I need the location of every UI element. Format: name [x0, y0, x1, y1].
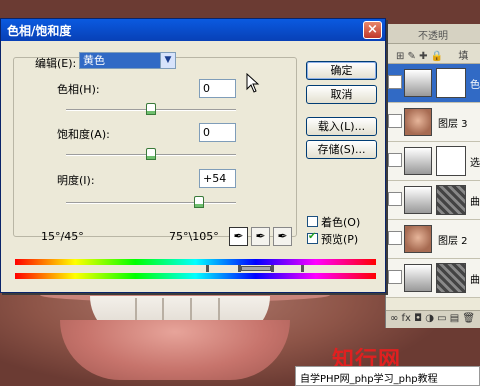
range-left-handle[interactable] [238, 265, 241, 272]
lightness-slider-thumb[interactable] [194, 196, 204, 208]
color-range-bar[interactable] [241, 266, 271, 271]
range-right-readout: 75°\105° [169, 230, 219, 243]
eyedropper-icon[interactable]: ✒ [229, 227, 248, 246]
input-color-spectrum [15, 259, 376, 265]
visibility-eye-icon[interactable] [388, 114, 402, 128]
range-falloff-right-handle[interactable] [301, 265, 304, 272]
layer-mask[interactable] [436, 263, 466, 293]
lower-lip [60, 320, 290, 380]
chevron-down-icon[interactable]: ▼ [160, 53, 175, 68]
layer-row-curves-1[interactable]: 曲线 1 [386, 259, 480, 298]
lightness-input[interactable]: +54 [199, 169, 236, 188]
layer-thumb [404, 225, 432, 253]
hue-input[interactable]: 0 [199, 79, 236, 98]
adjustment-thumb [404, 147, 432, 175]
layer-thumb [404, 108, 432, 136]
edit-select-value: 黄色 [83, 54, 105, 67]
preview-label: 预览(P) [321, 233, 359, 246]
layer-row-3[interactable]: 图层 3 [386, 103, 480, 142]
eyedropper-add-icon[interactable]: ✒ [251, 227, 270, 246]
layers-panel: 不透明 ⊞ ✎ ✚ 🔒 填 色相/饱 图层 3 选取颜 曲线 2 图层 2 曲线… [385, 24, 480, 328]
layers-toolbar-icons[interactable]: ∞ fx ◘ ◑ ▭ ▤ 🗑 [390, 313, 475, 324]
mouse-cursor-icon [246, 73, 260, 93]
lock-icons[interactable]: ⊞ ✎ ✚ 🔒 [396, 51, 443, 62]
edit-select[interactable]: 黄色 ▼ [79, 52, 176, 69]
lightness-label: 明度(I): [57, 174, 95, 187]
layer-name: 曲线 2 [470, 197, 480, 208]
load-button[interactable]: 载入(L)... [306, 117, 377, 136]
adjustment-thumb [404, 186, 432, 214]
save-button[interactable]: 存储(S)... [306, 140, 377, 159]
dialog-title: 色相/饱和度 [7, 24, 72, 38]
cancel-button[interactable]: 取消 [306, 85, 377, 104]
hue-saturation-dialog: 色相/饱和度 × 编辑(E): 黄色 ▼ 色相(H): 0 饱和度(A): 0 … [0, 18, 386, 293]
layer-name: 曲线 1 [470, 275, 480, 286]
visibility-eye-icon[interactable] [388, 153, 402, 167]
layer-name: 图层 2 [438, 236, 468, 247]
output-color-spectrum [15, 273, 376, 279]
fill-label: 填 [458, 51, 469, 62]
preview-checkbox[interactable] [307, 231, 318, 244]
layer-row-2[interactable]: 图层 2 [386, 220, 480, 259]
layer-row-selective-color[interactable]: 选取颜 [386, 142, 480, 181]
layer-name: 选取颜 [470, 158, 480, 169]
opacity-control[interactable]: 不透明 [386, 24, 480, 44]
layer-name: 色相/饱 [470, 80, 480, 91]
hue-label: 色相(H): [57, 83, 100, 96]
colorize-checkbox[interactable] [307, 216, 318, 227]
hue-slider-thumb[interactable] [146, 103, 156, 115]
visibility-eye-icon[interactable] [388, 192, 402, 206]
dialog-titlebar[interactable]: 色相/饱和度 × [1, 19, 385, 41]
visibility-eye-icon[interactable] [388, 270, 402, 284]
saturation-slider-thumb[interactable] [146, 148, 156, 160]
layer-row-hue-sat[interactable]: 色相/饱 [386, 64, 480, 103]
visibility-eye-icon[interactable] [388, 231, 402, 245]
footer-caption: 自学PHP网_php学习_php教程 [295, 366, 480, 386]
range-falloff-left-handle[interactable] [206, 265, 209, 272]
layers-toolbar[interactable]: ∞ fx ◘ ◑ ▭ ▤ 🗑 [386, 310, 480, 328]
lock-row[interactable]: ⊞ ✎ ✚ 🔒 填 [386, 44, 480, 64]
layer-name: 图层 3 [438, 119, 468, 130]
layer-mask[interactable] [436, 185, 466, 215]
adjustment-thumb [404, 69, 432, 97]
range-left-readout: 15°/45° [41, 230, 84, 243]
layer-mask[interactable] [436, 146, 466, 176]
saturation-label: 饱和度(A): [57, 128, 110, 141]
eyedropper-subtract-icon[interactable]: ✒ [273, 227, 292, 246]
adjustment-thumb [404, 264, 432, 292]
opacity-label: 不透明 [418, 31, 448, 42]
colorize-label: 着色(O) [321, 216, 361, 229]
saturation-input[interactable]: 0 [199, 123, 236, 142]
close-button[interactable]: × [363, 21, 382, 39]
range-right-handle[interactable] [271, 265, 274, 272]
lightness-slider-track[interactable] [66, 202, 236, 204]
layer-mask[interactable] [436, 68, 466, 98]
edit-label: 编辑(E): [35, 57, 77, 70]
visibility-eye-icon[interactable] [388, 75, 402, 89]
layer-row-curves-2[interactable]: 曲线 2 [386, 181, 480, 220]
ok-button[interactable]: 确定 [306, 61, 377, 80]
